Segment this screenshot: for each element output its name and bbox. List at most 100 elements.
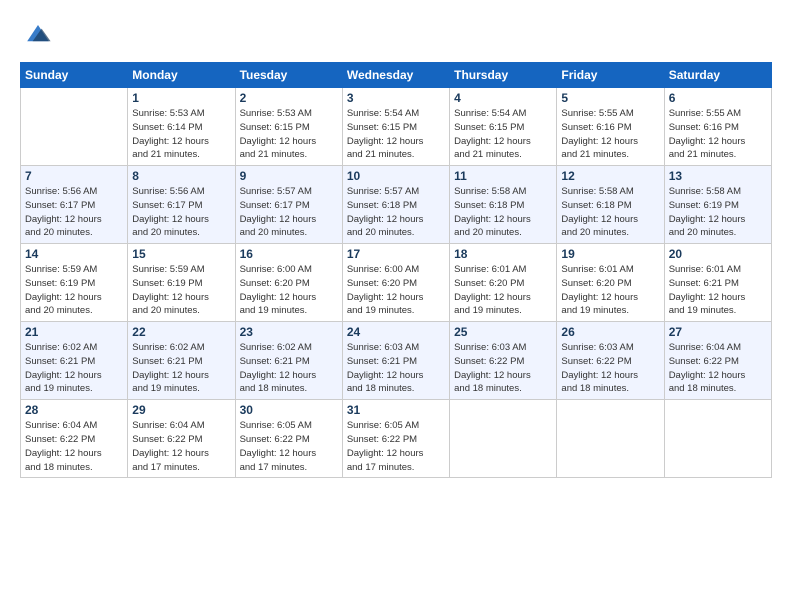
day-number: 8	[132, 169, 230, 183]
day-info: Sunrise: 5:53 AM Sunset: 6:15 PM Dayligh…	[240, 107, 338, 162]
calendar-week-row: 1 Sunrise: 5:53 AM Sunset: 6:14 PM Daylig…	[21, 88, 772, 166]
day-info: Sunrise: 5:55 AM Sunset: 6:16 PM Dayligh…	[669, 107, 767, 162]
calendar-cell	[21, 88, 128, 166]
calendar-cell: 6 Sunrise: 5:55 AM Sunset: 6:16 PM Daylig…	[664, 88, 771, 166]
day-info: Sunrise: 6:01 AM Sunset: 6:20 PM Dayligh…	[454, 263, 552, 318]
day-info: Sunrise: 5:54 AM Sunset: 6:15 PM Dayligh…	[454, 107, 552, 162]
day-number: 9	[240, 169, 338, 183]
day-number: 4	[454, 91, 552, 105]
weekday-header-thursday: Thursday	[450, 63, 557, 88]
day-info: Sunrise: 6:04 AM Sunset: 6:22 PM Dayligh…	[25, 419, 123, 474]
calendar-cell	[450, 400, 557, 478]
day-number: 14	[25, 247, 123, 261]
day-number: 13	[669, 169, 767, 183]
day-number: 23	[240, 325, 338, 339]
day-number: 10	[347, 169, 445, 183]
calendar-cell: 15 Sunrise: 5:59 AM Sunset: 6:19 PM Dayli…	[128, 244, 235, 322]
calendar-cell: 13 Sunrise: 5:58 AM Sunset: 6:19 PM Dayli…	[664, 166, 771, 244]
calendar-cell: 12 Sunrise: 5:58 AM Sunset: 6:18 PM Dayli…	[557, 166, 664, 244]
day-number: 18	[454, 247, 552, 261]
logo-icon	[20, 16, 56, 52]
calendar-cell: 1 Sunrise: 5:53 AM Sunset: 6:14 PM Daylig…	[128, 88, 235, 166]
calendar-cell: 21Sunrise: 6:02 AM Sunset: 6:21 PM Dayli…	[21, 322, 128, 400]
logo	[20, 16, 60, 52]
day-info: Sunrise: 5:58 AM Sunset: 6:18 PM Dayligh…	[561, 185, 659, 240]
calendar-cell: 31 Sunrise: 6:05 AM Sunset: 6:22 PM Dayli…	[342, 400, 449, 478]
day-number: 25	[454, 325, 552, 339]
day-info: Sunrise: 5:56 AM Sunset: 6:17 PM Dayligh…	[132, 185, 230, 240]
calendar-cell: 9 Sunrise: 5:57 AM Sunset: 6:17 PM Daylig…	[235, 166, 342, 244]
day-number: 30	[240, 403, 338, 417]
calendar-cell: 16Sunrise: 6:00 AM Sunset: 6:20 PM Dayli…	[235, 244, 342, 322]
day-number: 11	[454, 169, 552, 183]
day-number: 6	[669, 91, 767, 105]
calendar-cell: 30 Sunrise: 6:05 AM Sunset: 6:22 PM Dayli…	[235, 400, 342, 478]
day-number: 28	[25, 403, 123, 417]
day-info: Sunrise: 6:02 AM Sunset: 6:21 PM Dayligh…	[25, 341, 123, 396]
calendar-week-row: 21Sunrise: 6:02 AM Sunset: 6:21 PM Dayli…	[21, 322, 772, 400]
calendar-cell: 29Sunrise: 6:04 AM Sunset: 6:22 PM Dayli…	[128, 400, 235, 478]
calendar-cell: 3Sunrise: 5:54 AM Sunset: 6:15 PM Daylig…	[342, 88, 449, 166]
day-info: Sunrise: 5:58 AM Sunset: 6:19 PM Dayligh…	[669, 185, 767, 240]
weekday-header-saturday: Saturday	[664, 63, 771, 88]
calendar-cell: 25 Sunrise: 6:03 AM Sunset: 6:22 PM Dayli…	[450, 322, 557, 400]
calendar-week-row: 28 Sunrise: 6:04 AM Sunset: 6:22 PM Dayli…	[21, 400, 772, 478]
day-info: Sunrise: 6:01 AM Sunset: 6:20 PM Dayligh…	[561, 263, 659, 318]
day-info: Sunrise: 5:59 AM Sunset: 6:19 PM Dayligh…	[132, 263, 230, 318]
calendar-cell: 2 Sunrise: 5:53 AM Sunset: 6:15 PM Daylig…	[235, 88, 342, 166]
day-number: 2	[240, 91, 338, 105]
weekday-header-tuesday: Tuesday	[235, 63, 342, 88]
calendar-cell: 11 Sunrise: 5:58 AM Sunset: 6:18 PM Dayli…	[450, 166, 557, 244]
day-info: Sunrise: 5:59 AM Sunset: 6:19 PM Dayligh…	[25, 263, 123, 318]
calendar-week-row: 14 Sunrise: 5:59 AM Sunset: 6:19 PM Dayli…	[21, 244, 772, 322]
day-number: 19	[561, 247, 659, 261]
day-number: 24	[347, 325, 445, 339]
day-info: Sunrise: 5:56 AM Sunset: 6:17 PM Dayligh…	[25, 185, 123, 240]
day-info: Sunrise: 6:00 AM Sunset: 6:20 PM Dayligh…	[347, 263, 445, 318]
day-number: 27	[669, 325, 767, 339]
day-number: 3	[347, 91, 445, 105]
calendar-cell: 7Sunrise: 5:56 AM Sunset: 6:17 PM Daylig…	[21, 166, 128, 244]
calendar-cell: 28 Sunrise: 6:04 AM Sunset: 6:22 PM Dayli…	[21, 400, 128, 478]
calendar-cell: 14 Sunrise: 5:59 AM Sunset: 6:19 PM Dayli…	[21, 244, 128, 322]
day-number: 16	[240, 247, 338, 261]
day-number: 1	[132, 91, 230, 105]
weekday-header-row: SundayMondayTuesdayWednesdayThursdayFrid…	[21, 63, 772, 88]
day-info: Sunrise: 6:03 AM Sunset: 6:21 PM Dayligh…	[347, 341, 445, 396]
calendar-cell: 20 Sunrise: 6:01 AM Sunset: 6:21 PM Dayli…	[664, 244, 771, 322]
calendar-cell: 18 Sunrise: 6:01 AM Sunset: 6:20 PM Dayli…	[450, 244, 557, 322]
day-number: 22	[132, 325, 230, 339]
day-info: Sunrise: 6:03 AM Sunset: 6:22 PM Dayligh…	[561, 341, 659, 396]
weekday-header-friday: Friday	[557, 63, 664, 88]
day-info: Sunrise: 6:02 AM Sunset: 6:21 PM Dayligh…	[240, 341, 338, 396]
calendar-cell: 24 Sunrise: 6:03 AM Sunset: 6:21 PM Dayli…	[342, 322, 449, 400]
calendar-cell	[664, 400, 771, 478]
day-number: 31	[347, 403, 445, 417]
calendar-cell: 5Sunrise: 5:55 AM Sunset: 6:16 PM Daylig…	[557, 88, 664, 166]
day-info: Sunrise: 6:03 AM Sunset: 6:22 PM Dayligh…	[454, 341, 552, 396]
day-number: 26	[561, 325, 659, 339]
day-info: Sunrise: 5:57 AM Sunset: 6:17 PM Dayligh…	[240, 185, 338, 240]
day-info: Sunrise: 6:02 AM Sunset: 6:21 PM Dayligh…	[132, 341, 230, 396]
weekday-header-sunday: Sunday	[21, 63, 128, 88]
calendar-table: SundayMondayTuesdayWednesdayThursdayFrid…	[20, 62, 772, 478]
day-number: 20	[669, 247, 767, 261]
day-number: 12	[561, 169, 659, 183]
day-info: Sunrise: 5:53 AM Sunset: 6:14 PM Dayligh…	[132, 107, 230, 162]
day-info: Sunrise: 6:05 AM Sunset: 6:22 PM Dayligh…	[240, 419, 338, 474]
day-info: Sunrise: 6:04 AM Sunset: 6:22 PM Dayligh…	[132, 419, 230, 474]
calendar-cell: 22 Sunrise: 6:02 AM Sunset: 6:21 PM Dayli…	[128, 322, 235, 400]
calendar-cell: 8 Sunrise: 5:56 AM Sunset: 6:17 PM Daylig…	[128, 166, 235, 244]
weekday-header-wednesday: Wednesday	[342, 63, 449, 88]
calendar-cell: 26 Sunrise: 6:03 AM Sunset: 6:22 PM Dayli…	[557, 322, 664, 400]
day-number: 15	[132, 247, 230, 261]
day-number: 17	[347, 247, 445, 261]
calendar-week-row: 7Sunrise: 5:56 AM Sunset: 6:17 PM Daylig…	[21, 166, 772, 244]
day-info: Sunrise: 6:01 AM Sunset: 6:21 PM Dayligh…	[669, 263, 767, 318]
day-info: Sunrise: 6:05 AM Sunset: 6:22 PM Dayligh…	[347, 419, 445, 474]
calendar-cell: 23 Sunrise: 6:02 AM Sunset: 6:21 PM Dayli…	[235, 322, 342, 400]
day-info: Sunrise: 5:57 AM Sunset: 6:18 PM Dayligh…	[347, 185, 445, 240]
day-info: Sunrise: 5:55 AM Sunset: 6:16 PM Dayligh…	[561, 107, 659, 162]
day-info: Sunrise: 5:58 AM Sunset: 6:18 PM Dayligh…	[454, 185, 552, 240]
calendar-cell	[557, 400, 664, 478]
